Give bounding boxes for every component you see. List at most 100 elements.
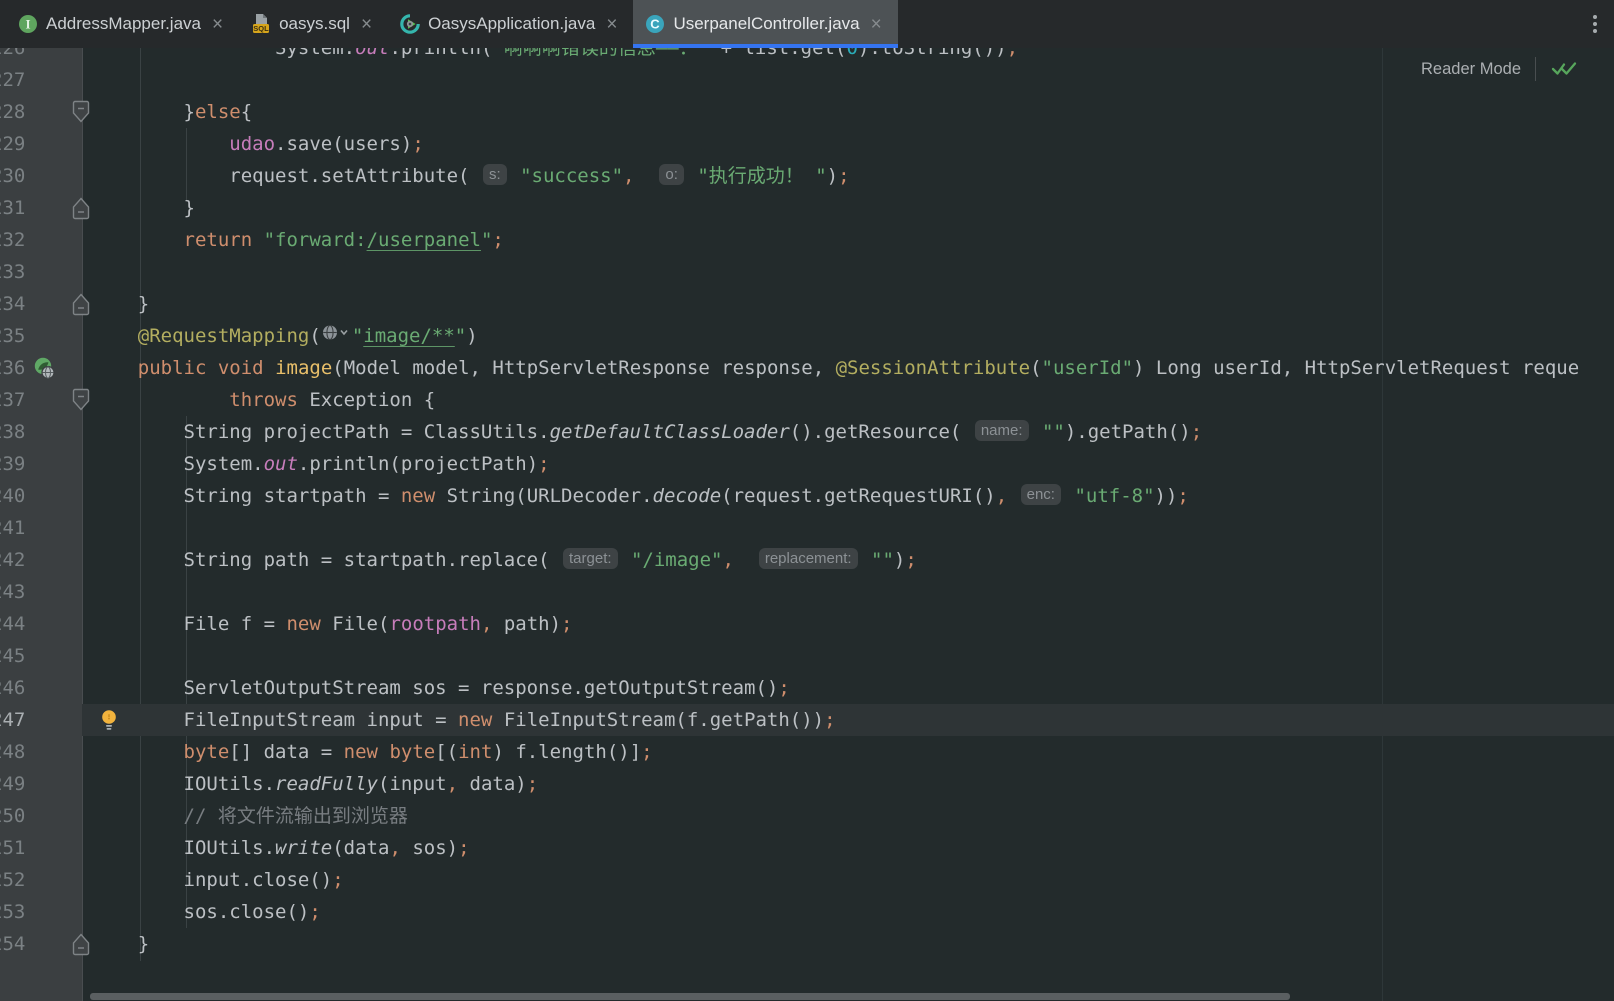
tab-oasys.sql[interactable]: SQLoasys.sql× [239,0,388,48]
code-line-text-234[interactable]: } [92,288,149,320]
token-pl [92,741,184,763]
token-pl: sos.close() [92,901,309,923]
code-line-text-254[interactable]: } [92,928,149,960]
token-pu: ; [332,869,343,891]
token-pl [1031,421,1042,443]
code-line-text-246[interactable]: ServletOutputStream sos = response.getOu… [92,672,790,704]
code-line-text-237[interactable]: throws Exception { [92,384,435,416]
code-line-text-231[interactable]: } [92,192,195,224]
code-line-text-251[interactable]: IOUtils.write(data, sos); [92,832,470,864]
code-line-text-252[interactable]: input.close(); [92,864,344,896]
fold-region-end-icon[interactable] [71,932,91,962]
code-line-250: 250 // 将文件流输出到浏览器 [0,800,1614,832]
code-line-text-250[interactable]: // 将文件流输出到浏览器 [92,800,408,832]
line-number: 250 [0,800,25,832]
token-pu: ; [538,453,549,475]
code-line-text-236[interactable]: public void image(Model model, HttpServl… [92,352,1579,384]
code-line-text-249[interactable]: IOUtils.readFully(input, data); [92,768,538,800]
token-pu: , [389,837,400,859]
code-line-text-244[interactable]: File f = new File(rootpath, path); [92,608,573,640]
code-line-text-238[interactable]: String projectPath = ClassUtils.getDefau… [92,416,1202,448]
token-pu: , [723,549,734,571]
code-line-241: 241 [0,512,1614,544]
token-pl: ).getPath() [1065,421,1191,443]
code-line-235: 235 @RequestMapping("image/**") [0,320,1614,352]
token-pl: System. [92,453,264,475]
token-pl: String startpath = [92,485,401,507]
token-sl: /userpanel [367,229,481,251]
token-kw: public [138,357,207,379]
fold-region-start-icon[interactable] [71,100,91,130]
code-line-text-247[interactable]: FileInputStream input = new FileInputStr… [92,704,836,736]
line-number: 229 [0,128,25,160]
token-st: " [455,325,466,347]
horizontal-scrollbar-thumb[interactable] [90,993,1290,1000]
tab-close-icon[interactable]: × [361,15,372,34]
tab-close-icon[interactable]: × [871,15,882,34]
line-number: 239 [0,448,25,480]
svg-text:SQL: SQL [253,24,269,33]
token-pl: ( [309,325,320,347]
token-pl: input.close() [92,869,332,891]
token-pl [92,325,138,347]
token-sl: image/** [363,325,455,347]
parameter-hint: enc: [1021,484,1061,505]
token-pl: ) [894,549,905,571]
token-kw: int [458,741,492,763]
tab-UserpanelController.java[interactable]: CUserpanelController.java× [633,0,897,48]
token-pl: FileInputStream(f.getPath()) [492,709,824,731]
inspections-ok-icon[interactable] [1550,59,1578,79]
token-de: image [275,357,332,379]
fold-region-end-icon[interactable] [71,196,91,226]
token-pl: ( [1030,357,1041,379]
token-pl [92,229,184,251]
code-line-246: 246 ServletOutputStream sos = response.g… [0,672,1614,704]
code-line-text-230[interactable]: request.setAttribute( s: "success", o: "… [92,160,850,192]
code-line-233: 233 [0,256,1614,288]
code-line-text-235[interactable]: @RequestMapping("image/**") [92,320,478,352]
code-line-text-229[interactable]: udao.save(users); [92,128,424,160]
horizontal-scrollbar[interactable] [0,993,1614,1001]
token-kw: byte [184,741,230,763]
code-line-243: 243 [0,576,1614,608]
code-line-text-248[interactable]: byte[] data = new byte[(int) f.length()]… [92,736,653,768]
tab-close-icon[interactable]: × [212,15,223,34]
token-pl: } [92,197,195,219]
svg-text:C: C [651,17,661,32]
token-pl: ().getResource( [790,421,973,443]
line-number: 243 [0,576,25,608]
code-line-text-232[interactable]: return "forward:/userpanel"; [92,224,504,256]
reader-mode-toggle[interactable]: Reader Mode [1421,60,1521,79]
token-pu: ; [1191,421,1202,443]
token-pl [620,549,631,571]
fold-region-end-icon[interactable] [71,292,91,322]
more-menu-icon[interactable] [1586,0,1604,48]
token-pu: ; [412,133,423,155]
code-line-253: 253 sos.close(); [0,896,1614,928]
token-pl: ) [466,325,477,347]
code-line-text-228[interactable]: }else{ [92,96,252,128]
tab-close-icon[interactable]: × [606,15,617,34]
tab-AddressMapper.java[interactable]: IAddressMapper.java× [6,0,239,48]
line-number: 241 [0,512,25,544]
code-line-232: 232 return "forward:/userpanel"; [0,224,1614,256]
token-pl: [( [435,741,458,763]
code-line-text-239[interactable]: System.out.println(projectPath); [92,448,550,480]
code-line-text-242[interactable]: String path = startpath.replace( target:… [92,544,917,576]
fold-region-start-icon[interactable] [71,388,91,418]
token-fi: rootpath [389,613,481,635]
token-pl [92,133,229,155]
code-line-text-240[interactable]: String startpath = new String(URLDecoder… [92,480,1189,512]
token-pl: FileInputStream input = [92,709,458,731]
code-line-238: 238 String projectPath = ClassUtils.getD… [0,416,1614,448]
code-line-244: 244 File f = new File(rootpath, path); [0,608,1614,640]
token-pu: ; [1177,485,1188,507]
tab-OasysApplication.java[interactable]: OasysApplication.java× [388,0,633,48]
code-line-text-253[interactable]: sos.close(); [92,896,321,928]
line-number: 249 [0,768,25,800]
token-pl: File f = [92,613,286,635]
token-st: "success" [520,165,623,187]
code-line-228: 228 }else{ [0,96,1614,128]
code-line-249: 249 IOUtils.readFully(input, data); [0,768,1614,800]
spring-request-mapping-icon[interactable] [33,357,56,385]
